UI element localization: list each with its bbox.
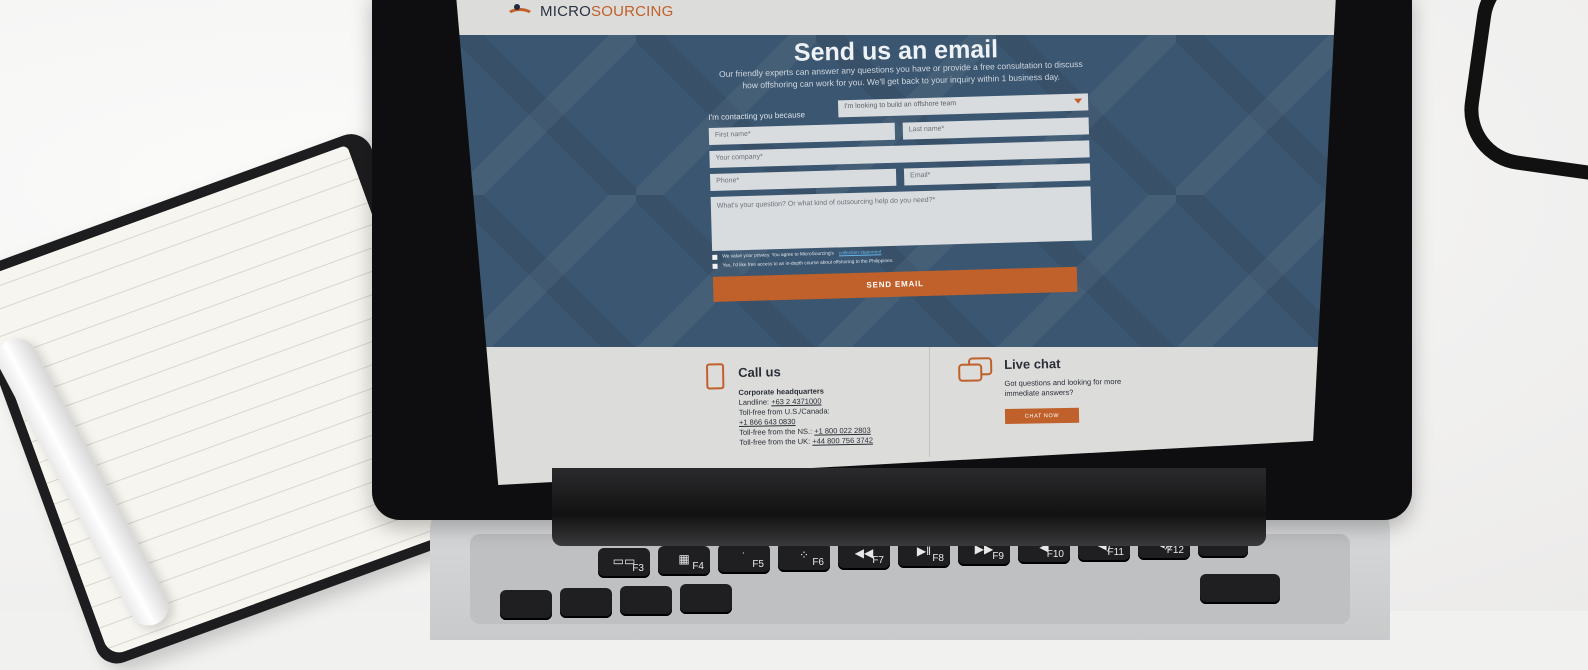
launchpad-icon: ▦ (678, 552, 690, 566)
live-chat-subtitle: Got questions and looking for more immed… (1004, 376, 1122, 398)
landline-link[interactable]: +63 2 4371000 (771, 397, 821, 407)
key-row2-b[interactable] (560, 588, 612, 618)
mission-control-icon: ▭▭ (612, 554, 636, 568)
key-row2-d[interactable] (680, 584, 732, 614)
site-header: MICROSOURCING (456, 0, 1336, 35)
collection-statement-link[interactable]: collection statement (839, 250, 882, 256)
divider (929, 347, 930, 457)
contact-reason-label: I'm contacting you because (708, 110, 806, 122)
key-row2-a[interactable] (500, 590, 552, 620)
keyboard-light-down-icon: ˙ (742, 550, 746, 564)
phone-icon (706, 363, 724, 389)
key-row2-e[interactable] (1200, 574, 1280, 604)
laptop-screen: MICROSOURCING Send us an email Our frien… (456, 0, 1336, 485)
question-textarea[interactable]: What's your question? Or what kind of ou… (711, 186, 1092, 251)
call-us-title: Call us (738, 364, 781, 380)
contact-reason-select[interactable]: I'm looking to build an offshore team (838, 93, 1088, 117)
contact-form: I'm contacting you because I'm looking t… (708, 92, 1093, 302)
chat-now-button[interactable]: CHAT NOW (1005, 408, 1079, 424)
company-field[interactable]: Your company* (709, 140, 1089, 168)
chevron-down-icon (1074, 99, 1082, 104)
course-checkbox[interactable] (712, 264, 717, 269)
key-f5[interactable]: ˙ F5 (718, 544, 770, 574)
email-field[interactable]: Email* (904, 163, 1090, 185)
chat-bubbles-icon (958, 357, 988, 380)
live-chat-title: Live chat (1004, 356, 1061, 372)
logo-mark-icon (504, 4, 534, 20)
logo-text: MICROSOURCING (540, 3, 674, 20)
ns-tollfree-link[interactable]: +1 800 022 2803 (814, 426, 871, 436)
privacy-checkbox[interactable] (712, 255, 717, 260)
key-f3[interactable]: ▭▭ F3 (598, 548, 650, 578)
phone-field[interactable]: Phone* (710, 169, 896, 191)
call-us-block: Call us Corporate headquarters Landline:… (738, 363, 873, 448)
microsourcing-logo[interactable]: MICROSOURCING (504, 3, 673, 20)
play-pause-icon: ▶‖ (916, 544, 932, 558)
live-chat-block: Live chat Got questions and looking for … (1004, 355, 1135, 424)
uk-tollfree-link[interactable]: +44 800 756 3742 (812, 436, 873, 446)
send-email-button[interactable]: SEND EMAIL (713, 267, 1078, 302)
email-section: Send us an email Our friendly experts ca… (456, 35, 1336, 365)
keyboard-light-up-icon: ⁘ (798, 548, 810, 562)
key-f4[interactable]: ▦ F4 (658, 546, 710, 576)
last-name-field[interactable]: Last name* (903, 117, 1089, 139)
key-row2-c[interactable] (620, 586, 672, 616)
call-us-details: Corporate headquarters Landline: +63 2 4… (738, 386, 874, 447)
key-f6[interactable]: ⁘ F6 (778, 542, 830, 572)
rewind-icon: ◀◀ (854, 546, 874, 560)
first-name-field[interactable]: First name* (709, 123, 895, 145)
laptop-hinge (552, 468, 1266, 546)
